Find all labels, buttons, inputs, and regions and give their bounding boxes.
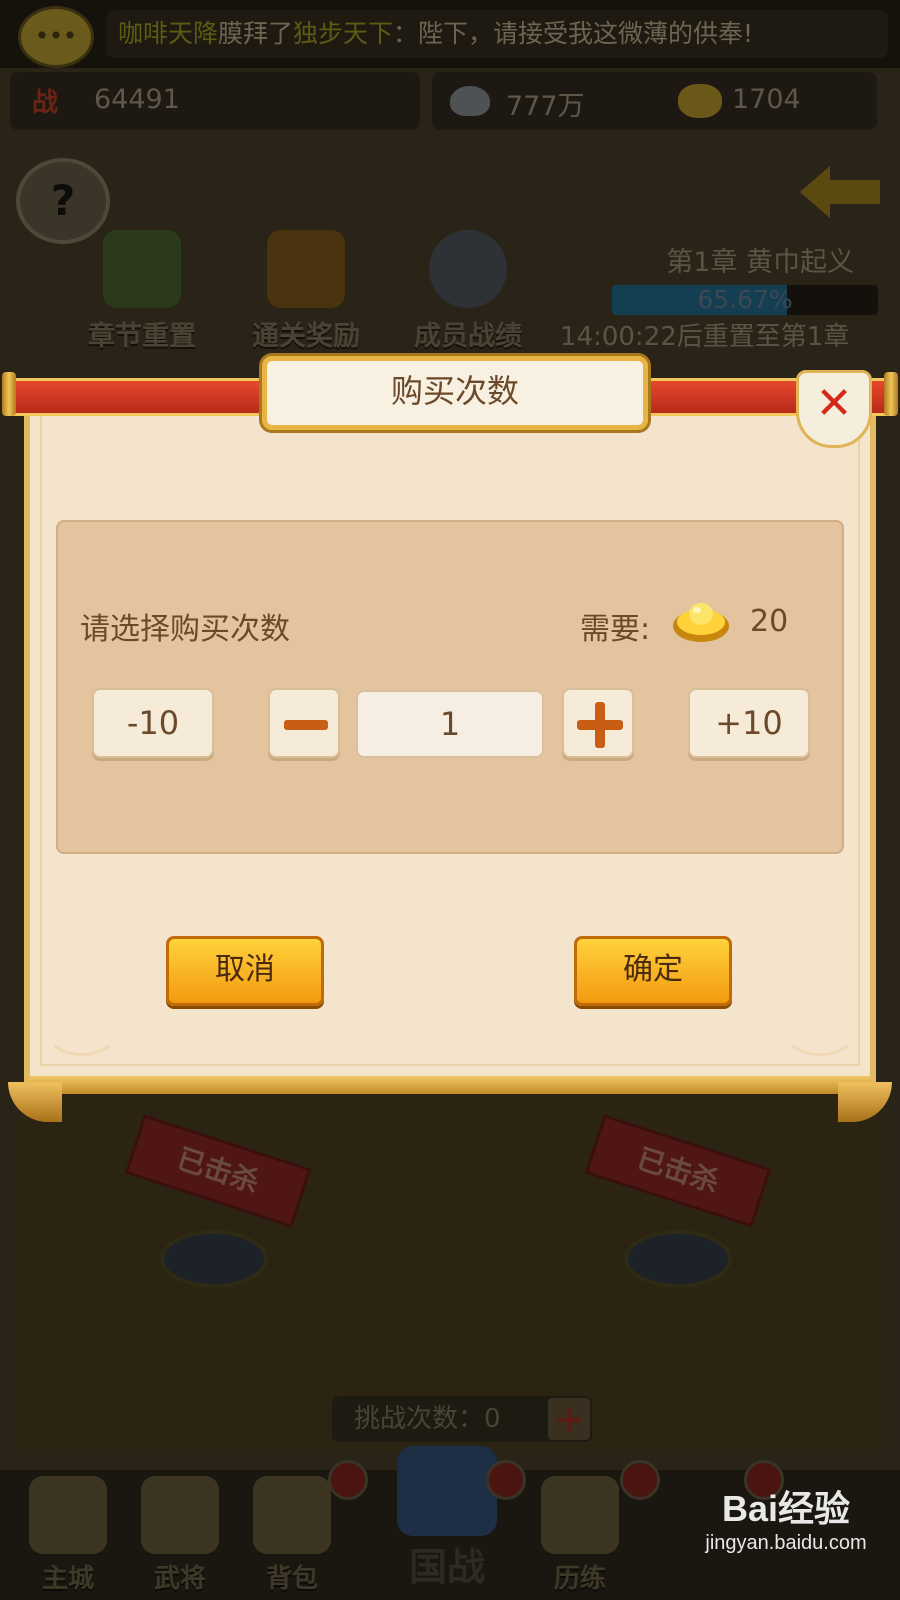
chapter-reset-icon (103, 230, 181, 308)
backpack-icon (253, 1476, 331, 1554)
nav-label: 武将 (153, 1564, 206, 1594)
increment-button[interactable] (562, 688, 634, 758)
footer-curl (8, 1082, 62, 1122)
challenge-value: 0 (484, 1404, 501, 1434)
cancel-button[interactable]: 取消 (166, 936, 324, 1006)
sword-shield-icon (429, 230, 507, 308)
corner-ornament (44, 1000, 120, 1056)
decrement-button[interactable] (268, 688, 340, 758)
power-icon: 战 (32, 88, 59, 118)
corner-ornament (782, 1000, 858, 1056)
progress-text: 65.67% (697, 285, 793, 314)
minus-icon (284, 720, 328, 730)
footer-curl (838, 1082, 892, 1122)
confirm-button[interactable]: 确定 (574, 936, 732, 1006)
nav-training[interactable]: 历练 (524, 1470, 636, 1600)
quantity-panel (56, 520, 844, 854)
menu-label: 通关奖励 (252, 321, 360, 352)
castle-icon (29, 1476, 107, 1554)
power-value: 64491 (94, 84, 180, 115)
nav-generals[interactable]: 武将 (124, 1470, 236, 1600)
banner-rod (2, 372, 16, 416)
training-icon (541, 1476, 619, 1554)
notification-dot (486, 1460, 526, 1500)
watermark-logo: Bai经验 (721, 1488, 851, 1529)
dialog-title: 购买次数 (390, 372, 519, 410)
chat-text: ：陛下，请接受我这微薄的供奉! (393, 19, 754, 48)
challenge-label: 挑战次数： (354, 1404, 485, 1434)
resource-panel: 777万 1704 (432, 72, 877, 130)
quantity-field[interactable]: 1 (356, 690, 544, 758)
back-arrow-icon[interactable] (800, 166, 880, 218)
close-icon: ✕ (815, 378, 853, 429)
notification-dot (620, 1460, 660, 1500)
close-button[interactable]: ✕ (796, 370, 872, 448)
gold-ingot-icon (673, 603, 729, 642)
nav-label: 国战 (408, 1545, 485, 1589)
dialog-footer-trim (8, 1076, 892, 1122)
gold-value: 1704 (732, 84, 801, 115)
plus-icon-vertical (595, 702, 605, 748)
chat-bubble-icon[interactable] (18, 6, 94, 68)
silver-icon (450, 86, 490, 116)
cost-label: 需要: (580, 612, 651, 647)
cost-value: 20 (750, 604, 789, 639)
enemy-pedestal[interactable] (160, 1230, 268, 1288)
notification-dot (328, 1460, 368, 1500)
banner-rod (884, 372, 898, 416)
minus-ten-button[interactable]: -10 (92, 688, 214, 758)
national-war-icon (397, 1446, 497, 1536)
title-plaque: 购买次数 (262, 356, 648, 430)
reset-countdown: 14:00:22后重置至第1章 (560, 322, 850, 352)
menu-member-record[interactable]: 成员战绩 (398, 230, 538, 353)
treasure-chest-icon (267, 230, 345, 308)
chapter-progress-bar: 65.67% (612, 285, 878, 315)
nav-label: 历练 (553, 1564, 606, 1594)
watermark-url: jingyan.baidu.com (705, 1532, 867, 1554)
power-panel: 战 64491 (10, 72, 420, 130)
enemy-pedestal[interactable] (624, 1230, 732, 1288)
footer-bar (28, 1076, 872, 1094)
chat-target: 独步天下 (293, 19, 394, 48)
quantity-prompt: 请选择购买次数 (80, 612, 290, 647)
menu-label: 成员战绩 (414, 321, 522, 352)
add-challenge-button[interactable]: + (548, 1398, 590, 1440)
menu-clear-reward[interactable]: 通关奖励 (236, 230, 376, 353)
nav-label: 主城 (41, 1564, 94, 1594)
nav-main-city[interactable]: 主城 (12, 1470, 124, 1600)
baidu-watermark: Bai经验 jingyan.baidu.com (676, 1480, 896, 1555)
generals-icon (141, 1476, 219, 1554)
menu-label: 章节重置 (88, 321, 196, 352)
menu-chapter-reset[interactable]: 章节重置 (72, 230, 212, 353)
chat-verb: 膜拜了 (218, 19, 294, 48)
silver-value: 777万 (506, 91, 585, 122)
chat-bar: 咖啡天降膜拜了独步天下：陛下，请接受我这微薄的供奉! (0, 0, 900, 68)
plus-ten-button[interactable]: +10 (688, 688, 810, 758)
nav-label: 背包 (265, 1564, 318, 1594)
gold-icon (678, 84, 722, 118)
chapter-info: 第1章 黄巾起义 65.67% (560, 240, 880, 315)
chapter-title: 第1章 黄巾起义 (666, 247, 854, 278)
chat-sender: 咖啡天降 (118, 19, 219, 48)
chat-message: 咖啡天降膜拜了独步天下：陛下，请接受我这微薄的供奉! (106, 10, 888, 58)
